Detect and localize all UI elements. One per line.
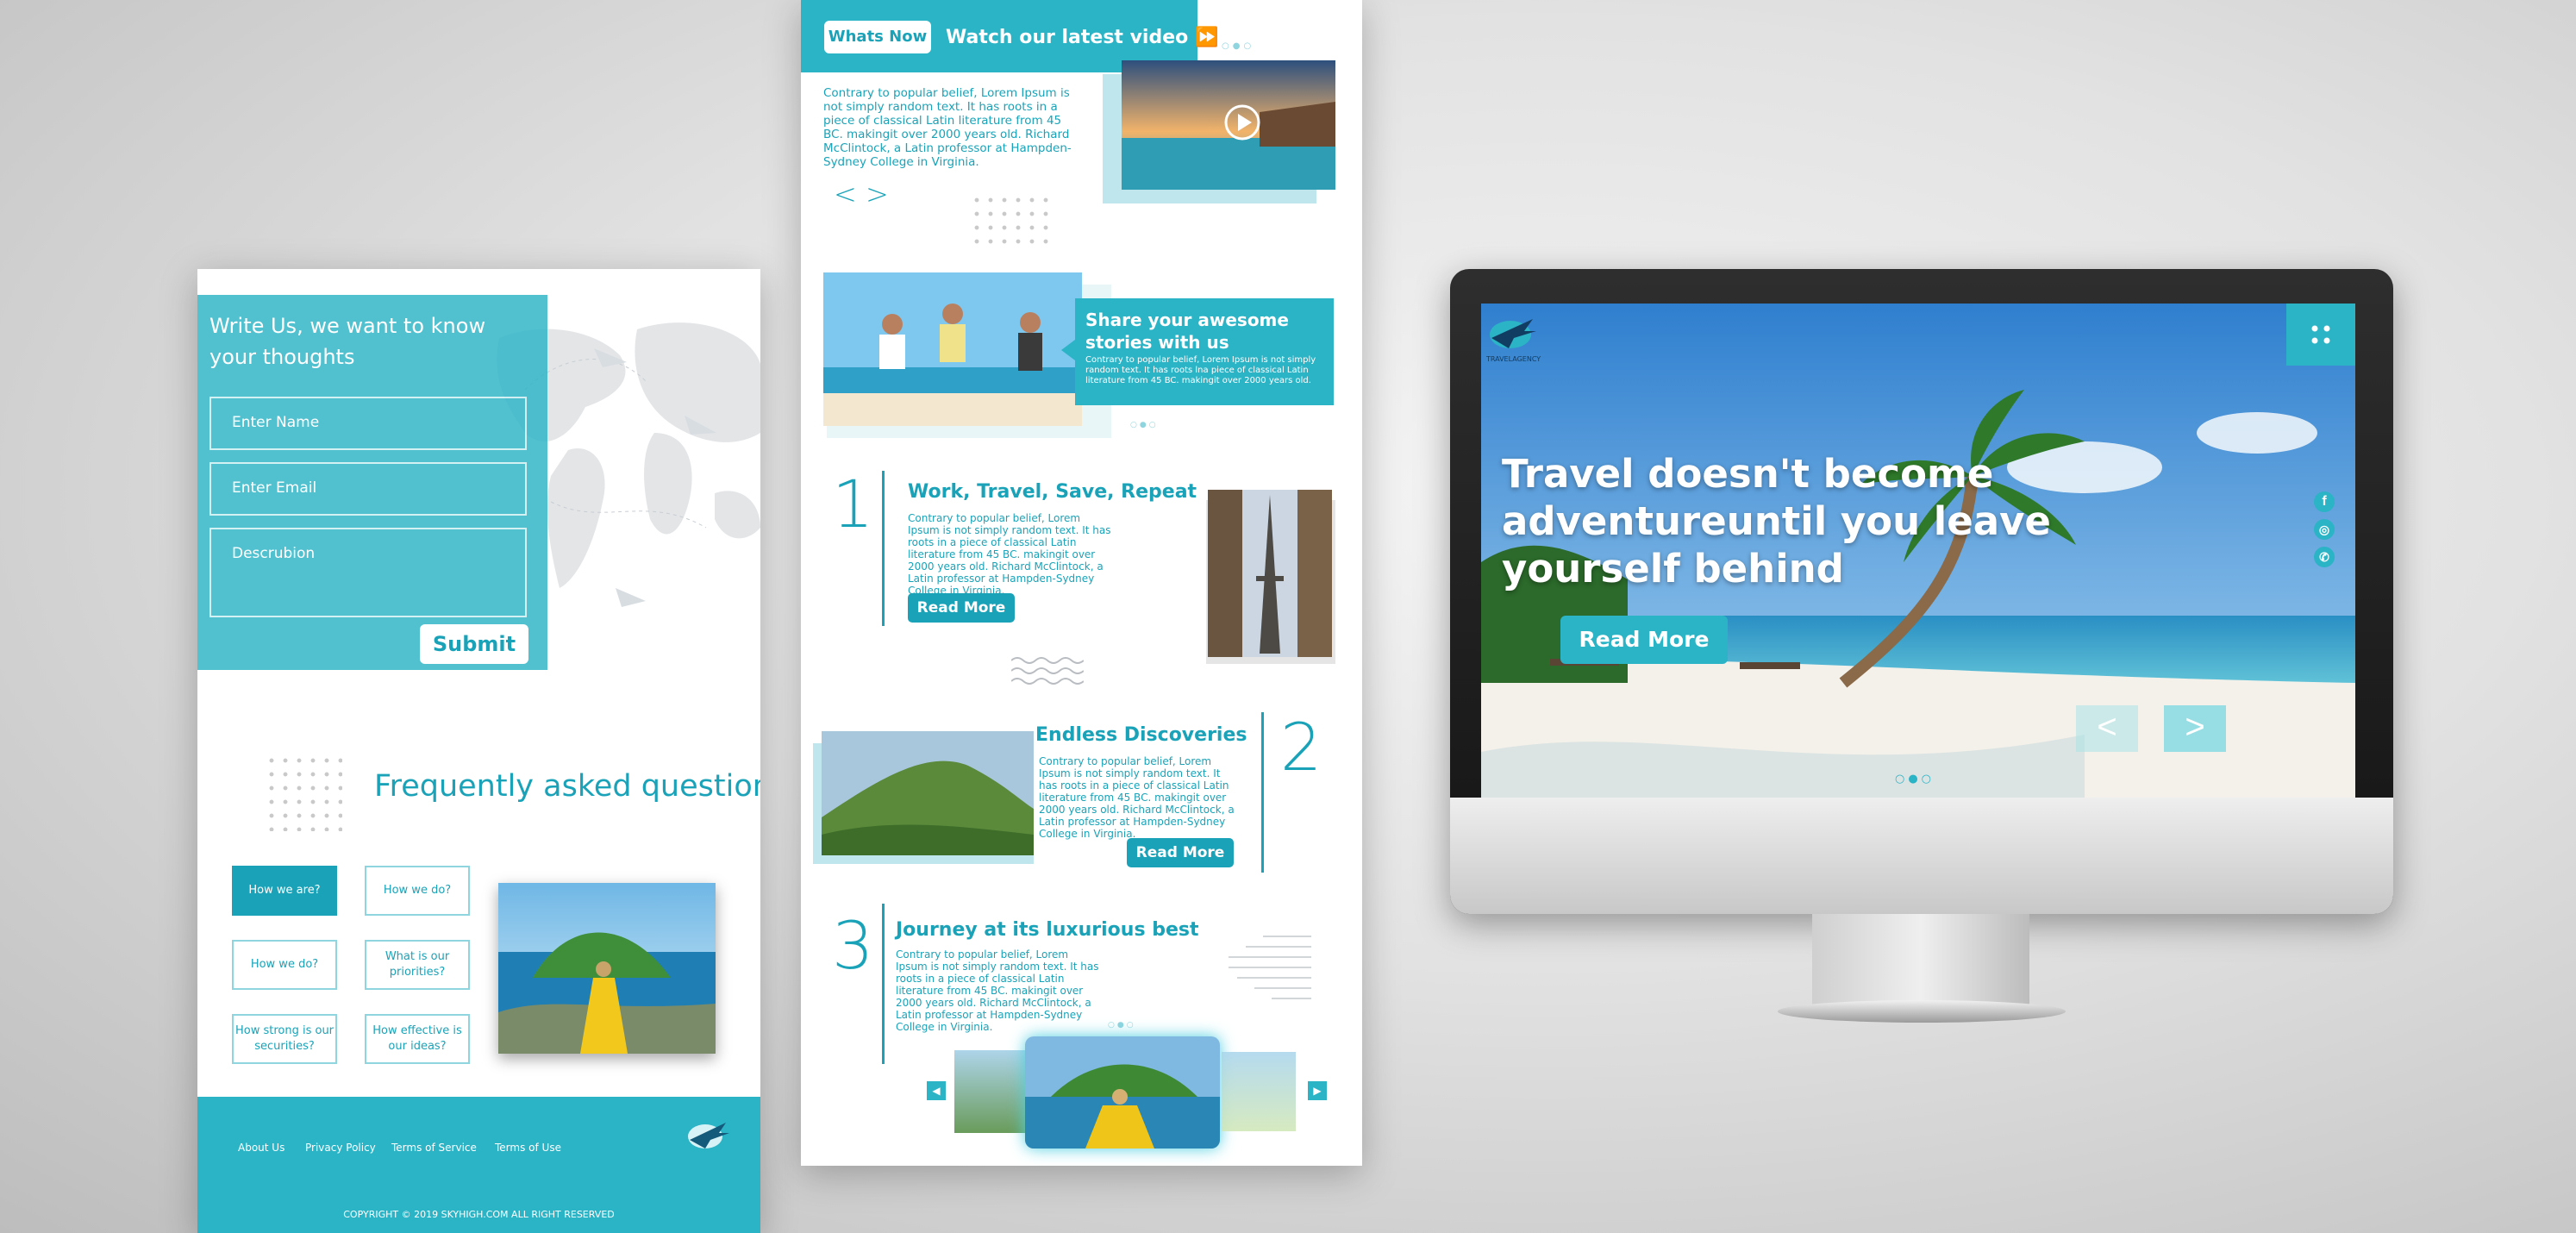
gallery-prev-icon[interactable]: ◀ <box>927 1081 946 1100</box>
faq-travel-photo <box>498 883 716 1054</box>
footer-link-terms-service[interactable]: Terms of Service <box>391 1142 477 1154</box>
form-heading: Write Us, we want to know your thoughts <box>209 314 486 369</box>
watch-video-label: Watch our latest video <box>946 27 1189 48</box>
gallery-main-photo[interactable] <box>1025 1036 1220 1149</box>
section-title: Journey at its luxurious best <box>896 919 1199 941</box>
carousel-dots-icon: ○●○ <box>1130 421 1159 429</box>
intro-paragraph: Contrary to popular belief, Lorem Ipsum … <box>823 86 1072 169</box>
social-icons: f ◎ ✆ <box>2314 491 2336 567</box>
faq-item-securities[interactable]: How strong is our securities? <box>232 1014 337 1064</box>
faq-item-how-we-do[interactable]: How we do? <box>365 866 470 916</box>
menu-button[interactable] <box>2286 304 2355 366</box>
faq-item-ideas[interactable]: How effective is our ideas? <box>365 1014 470 1064</box>
copyright-text: COPYRIGHT © 2019 SKYHIGH.COM ALL RIGHT R… <box>343 1209 615 1220</box>
hero-read-more-button[interactable]: Read More <box>1560 616 1728 664</box>
gallery-next-icon[interactable]: ▶ <box>1308 1081 1327 1100</box>
dots-decoration <box>970 193 1053 248</box>
grid-menu-icon <box>2311 325 2330 344</box>
carousel-dots-icon: ○●○ <box>1108 1021 1136 1030</box>
monitor-chin <box>1450 798 2393 914</box>
monitor-stand-base <box>1778 1000 2066 1023</box>
whats-now-badge[interactable]: Whats Now <box>824 21 931 53</box>
play-forward-icon: ⏩ <box>1194 27 1219 48</box>
section-title: Endless Discoveries <box>1035 724 1247 746</box>
monitor-stand-neck <box>1812 914 2029 1011</box>
gallery-thumb-left[interactable] <box>954 1050 1029 1133</box>
email-field[interactable]: Enter Email <box>209 462 527 516</box>
eiffel-tower-photo <box>1208 490 1332 657</box>
site-footer: About Us Privacy Policy Terms of Service… <box>197 1097 760 1233</box>
section-divider <box>1261 712 1264 873</box>
section-number: 3 <box>832 907 874 984</box>
share-card: Share your awesome stories with us Contr… <box>1061 298 1334 405</box>
airplane-logo-icon <box>688 1123 729 1149</box>
stripe-lines-icon <box>1229 936 1311 999</box>
read-more-button[interactable]: Read More <box>908 593 1015 623</box>
hero-next-arrow-icon[interactable]: > <box>2164 705 2226 752</box>
whatsapp-icon[interactable]: ✆ <box>2314 547 2335 567</box>
hero-prev-arrow-icon[interactable]: < <box>2076 705 2138 752</box>
carousel-arrows: < > <box>834 178 889 210</box>
dots-decoration <box>265 754 342 831</box>
section-number: 1 <box>832 466 874 542</box>
faq-item-how-we-are[interactable]: How we are? <box>232 866 337 916</box>
travel-agency-logo[interactable]: TRAVELAGENCY <box>1486 310 1564 383</box>
carousel-dots-icon: ○●○ <box>1222 41 1255 51</box>
monitor-screen-hero: TRAVELAGENCY Travel doesn't become adven… <box>1481 304 2355 802</box>
name-field[interactable]: Enter Name <box>209 397 527 450</box>
description-field[interactable]: Descrubion <box>209 528 527 617</box>
contact-page-mockup: Write Us, we want to know your thoughts … <box>197 269 760 1233</box>
contact-form: Write Us, we want to know your thoughts … <box>197 295 547 670</box>
hero-pagination-dots-icon[interactable]: ○●○ <box>1895 773 1935 785</box>
facebook-icon[interactable]: f <box>2314 491 2335 512</box>
submit-button[interactable]: Submit <box>420 624 528 664</box>
read-more-button[interactable]: Read More <box>1127 838 1234 867</box>
section-divider <box>882 471 885 626</box>
video-thumbnail[interactable] <box>1122 60 1335 190</box>
green-hills-photo <box>822 731 1034 855</box>
section-text: Contrary to popular belief, Lorem Ipsum … <box>1039 755 1235 840</box>
section-text: Contrary to popular belief, Lorem Ipsum … <box>908 512 1111 597</box>
share-title: Share your awesome stories with us <box>1085 310 1289 353</box>
wave-lines-icon <box>1011 657 1084 685</box>
faq-item-priorities[interactable]: What is our priorities? <box>365 940 470 990</box>
stories-page-mockup: Whats Now Watch our latest video ⏩ ○●○ C… <box>801 0 1362 1166</box>
pointer-triangle-icon <box>1061 340 1075 360</box>
airplane-logo-icon <box>1490 319 1536 348</box>
faq-title: Frequently asked question <box>374 769 760 804</box>
section-divider <box>882 904 885 1064</box>
footer-link-about[interactable]: About Us <box>238 1142 284 1154</box>
instagram-icon[interactable]: ◎ <box>2314 519 2335 540</box>
watch-video-link[interactable]: Watch our latest video ⏩ <box>946 22 1218 53</box>
section-text: Contrary to popular belief, Lorem Ipsum … <box>896 948 1099 1033</box>
friends-jumping-photo <box>823 272 1082 426</box>
logo-text: TRAVELAGENCY <box>1486 355 1541 363</box>
share-text: Contrary to popular belief, Lorem Ipsum … <box>1085 355 1316 385</box>
section-title: Work, Travel, Save, Repeat <box>908 481 1197 503</box>
gallery-thumb-right[interactable] <box>1222 1052 1296 1131</box>
chevron-left-icon[interactable]: < <box>834 178 857 210</box>
footer-link-terms-use[interactable]: Terms of Use <box>495 1142 561 1154</box>
section-number: 2 <box>1280 709 1322 785</box>
hero-headline: Travel doesn't become adventureuntil you… <box>1502 451 2051 591</box>
footer-link-privacy[interactable]: Privacy Policy <box>305 1142 376 1154</box>
chevron-right-icon[interactable]: > <box>866 178 889 210</box>
faq-item-how-we-do-2[interactable]: How we do? <box>232 940 337 990</box>
